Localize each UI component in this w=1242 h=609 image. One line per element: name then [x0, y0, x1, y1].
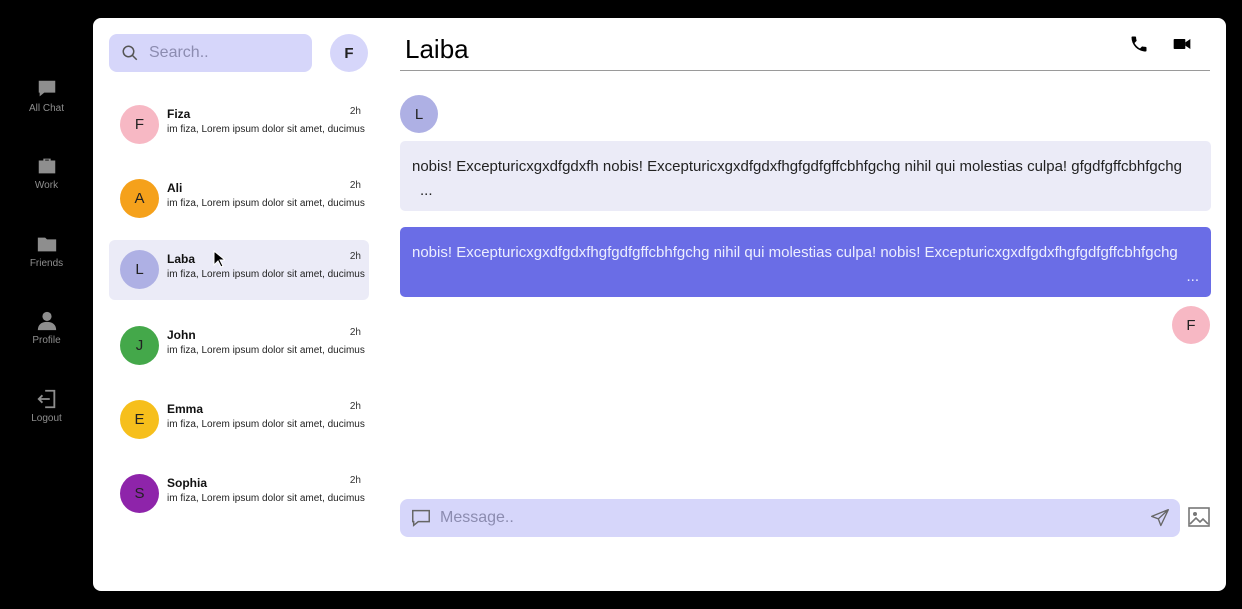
chat-item-john[interactable]: J John 2h im fiza, Lorem ipsum dolor sit…: [109, 316, 369, 376]
message-text: nobis! Excepturicxgxdfgdxfh nobis! Excep…: [412, 158, 1182, 175]
nav-work[interactable]: Work: [0, 155, 93, 191]
message-composer[interactable]: [400, 499, 1180, 537]
avatar: S: [120, 474, 159, 513]
nav-all-chat[interactable]: All Chat: [0, 78, 93, 114]
timestamp: 2h: [349, 106, 361, 117]
phone-icon[interactable]: [1129, 34, 1149, 54]
message-input[interactable]: [438, 508, 1132, 528]
timestamp: 2h: [349, 401, 361, 412]
timestamp: 2h: [349, 251, 361, 262]
conversation-title: Laiba: [405, 34, 469, 64]
chat-item-laba[interactable]: L Laba 2h im fiza, Lorem ipsum dolor sit…: [109, 240, 369, 300]
search-box[interactable]: [109, 34, 312, 72]
contact-name: Emma: [167, 402, 204, 416]
nav-label: All Chat: [28, 103, 64, 114]
video-camera-icon[interactable]: [1171, 34, 1193, 54]
nav-friends[interactable]: Friends: [0, 233, 93, 269]
message-preview: im fiza, Lorem ipsum dolor sit amet, duc…: [167, 198, 365, 209]
side-nav: All Chat Work Friends Profile Logout: [0, 0, 93, 609]
self-avatar[interactable]: F: [330, 34, 368, 72]
image-icon[interactable]: [1187, 505, 1211, 529]
contact-name: Fiza: [167, 107, 191, 121]
nav-label: Profile: [32, 335, 61, 346]
header-divider: [400, 70, 1210, 71]
avatar: L: [120, 250, 159, 289]
contact-name: John: [167, 328, 196, 342]
message-preview: im fiza, Lorem ipsum dolor sit amet, duc…: [167, 345, 365, 356]
nav-profile[interactable]: Profile: [0, 310, 93, 346]
search-icon: [122, 45, 138, 61]
outgoing-message: nobis! Excepturicxgxdfgdxfhgfgdfgffcbhfg…: [400, 227, 1211, 297]
timestamp: 2h: [349, 475, 361, 486]
briefcase-icon: [38, 158, 55, 174]
main-panel: F F Fiza 2h im fiza, Lorem ipsum dolor s…: [93, 18, 1226, 591]
nav-label: Logout: [31, 413, 62, 424]
mouse-cursor-icon: [213, 250, 225, 268]
contact-name: Laba: [167, 252, 196, 266]
chat-item-sophia[interactable]: S Sophia 2h im fiza, Lorem ipsum dolor s…: [109, 464, 369, 524]
avatar: F: [120, 105, 159, 144]
message-bubble-icon: [412, 509, 430, 527]
search-input[interactable]: [147, 43, 301, 63]
message-ellipsis[interactable]: ...: [412, 265, 1199, 289]
avatar: A: [120, 179, 159, 218]
avatar: E: [120, 400, 159, 439]
avatar: J: [120, 326, 159, 365]
contact-name: Sophia: [167, 476, 208, 490]
person-icon: [37, 311, 56, 331]
chat-item-emma[interactable]: E Emma 2h im fiza, Lorem ipsum dolor sit…: [109, 390, 369, 450]
logout-icon: [36, 389, 55, 409]
timestamp: 2h: [349, 180, 361, 191]
nav-label: Work: [34, 180, 59, 191]
self-message-avatar: F: [1172, 306, 1210, 344]
message-preview: im fiza, Lorem ipsum dolor sit amet, duc…: [167, 269, 365, 280]
message-preview: im fiza, Lorem ipsum dolor sit amet, duc…: [167, 493, 365, 504]
folder-icon: [37, 237, 56, 252]
nav-logout[interactable]: Logout: [0, 388, 93, 424]
message-preview: im fiza, Lorem ipsum dolor sit amet, duc…: [167, 124, 365, 135]
message-ellipsis[interactable]: ...: [412, 179, 1199, 203]
nav-label: Friends: [29, 258, 64, 269]
incoming-message: nobis! Excepturicxgxdfgdxfh nobis! Excep…: [400, 141, 1211, 211]
sender-avatar: L: [400, 95, 438, 133]
chat-item-fiza[interactable]: F Fiza 2h im fiza, Lorem ipsum dolor sit…: [109, 95, 369, 155]
send-icon[interactable]: [1150, 508, 1170, 528]
contact-name: Ali: [167, 181, 183, 195]
chat-bubble-icon: [38, 80, 55, 97]
chat-item-ali[interactable]: A Ali 2h im fiza, Lorem ipsum dolor sit …: [109, 169, 369, 229]
message-preview: im fiza, Lorem ipsum dolor sit amet, duc…: [167, 419, 365, 430]
message-text: nobis! Excepturicxgxdfgdxfhgfgdfgffcbhfg…: [412, 244, 1178, 261]
timestamp: 2h: [349, 327, 361, 338]
